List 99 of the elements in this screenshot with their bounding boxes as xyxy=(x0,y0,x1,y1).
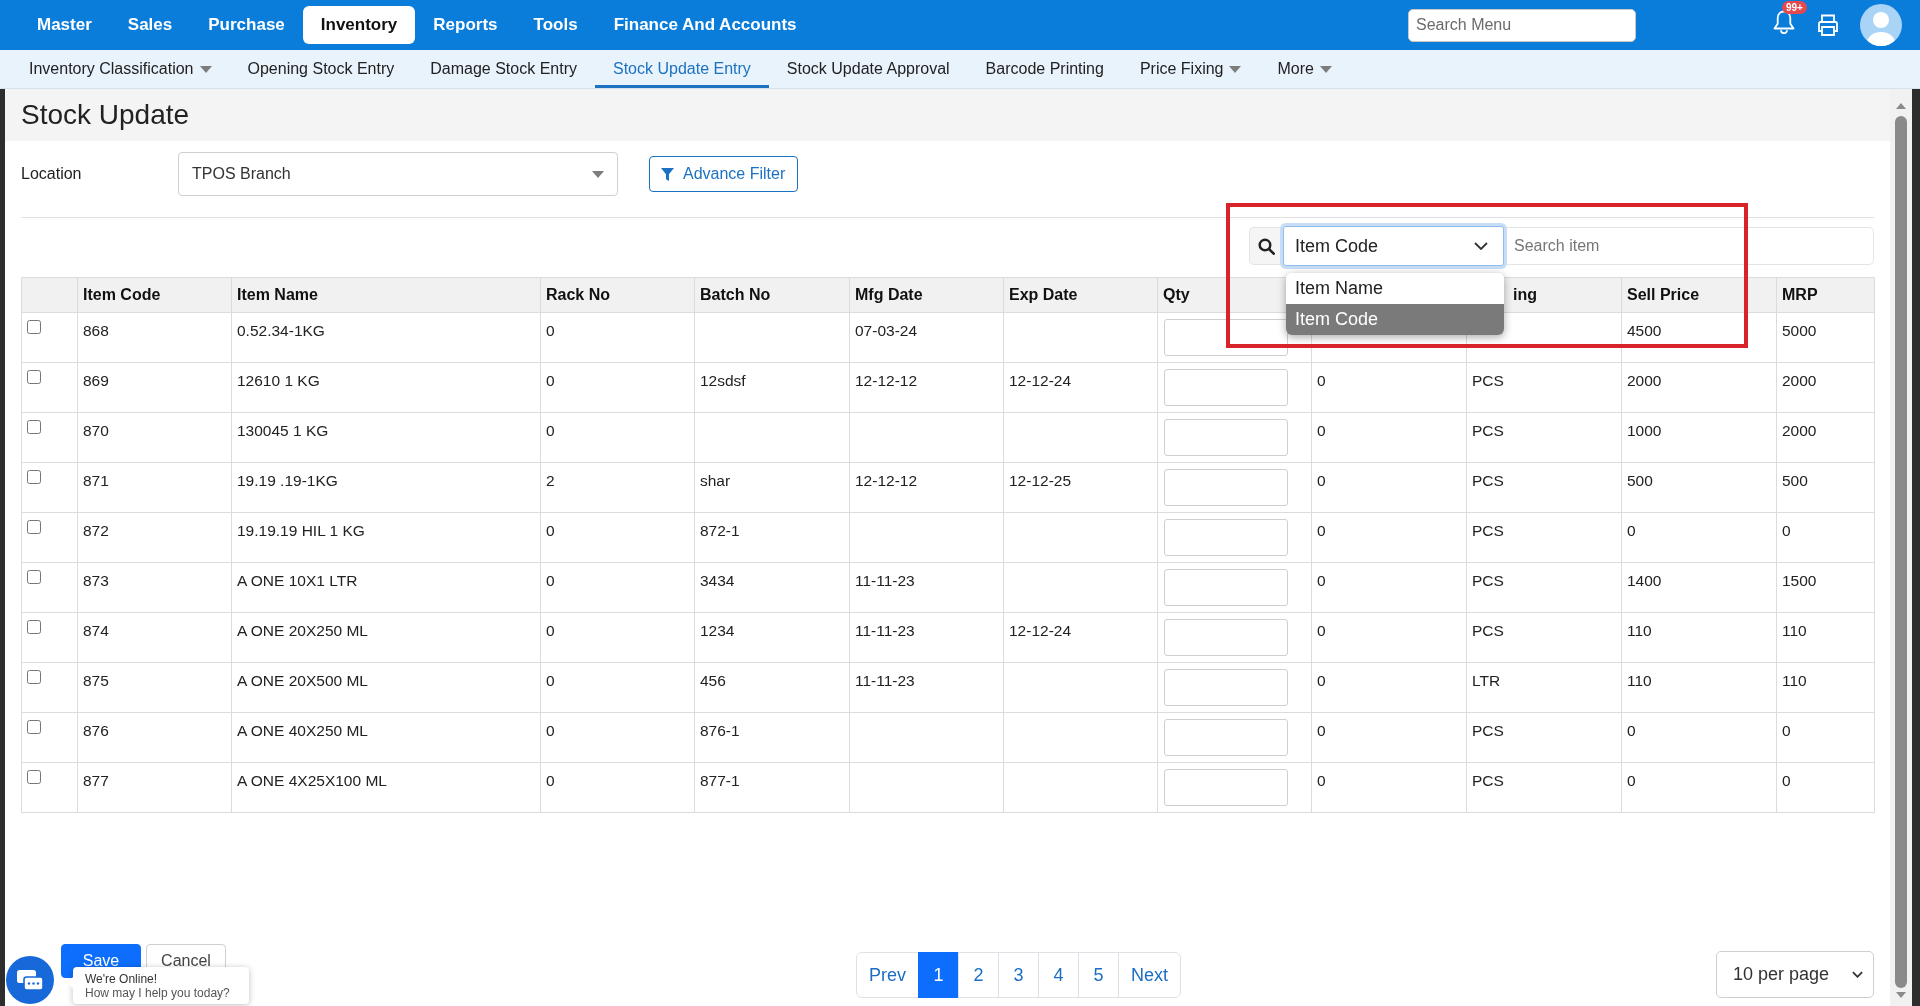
column-header: Rack No xyxy=(546,286,611,303)
table-cell: 500 xyxy=(1621,462,1777,513)
table-cell: 456 xyxy=(694,662,850,713)
table-cell: 4500 xyxy=(1621,312,1777,363)
table-cell: 12-12-12 xyxy=(849,362,1004,413)
table-cell: 12-12-24 xyxy=(1003,612,1158,663)
table-cell: 2000 xyxy=(1776,412,1875,463)
table-cell: PCS xyxy=(1466,462,1622,513)
table-cell: 0 xyxy=(540,712,695,763)
table-cell: 870 xyxy=(77,412,232,463)
table-cell: 0 xyxy=(1776,762,1875,813)
table-cell: shar xyxy=(694,462,850,513)
table-cell: 12sdsf xyxy=(694,362,850,413)
table-cell: 1400 xyxy=(1621,562,1777,613)
table-cell: 0 xyxy=(540,362,695,413)
table-cell: A ONE 4X25X100 ML xyxy=(231,762,541,813)
table-cell: 0 xyxy=(1311,462,1467,513)
table-cell: 130045 1 KG xyxy=(231,412,541,463)
table-cell: 0.52.34-1KG xyxy=(231,312,541,363)
table-cell: PCS xyxy=(1466,412,1622,463)
table-cell: 2000 xyxy=(1621,362,1777,413)
table-cell: 19.19.19 HIL 1 KG xyxy=(231,512,541,563)
table-cell: 0 xyxy=(540,312,695,363)
table-cell: 0 xyxy=(1311,762,1467,813)
column-header: Item Name xyxy=(237,286,318,303)
table-cell: 11-11-23 xyxy=(849,562,1004,613)
table-cell: 0 xyxy=(540,512,695,563)
table-cell: 0 xyxy=(1621,512,1777,563)
column-header: Batch No xyxy=(700,286,771,303)
table-cell: 0 xyxy=(1311,662,1467,713)
table-cell: 0 xyxy=(1311,712,1467,763)
column-header: Item Code xyxy=(83,286,161,303)
table-cell: 0 xyxy=(540,662,695,713)
column-header: Qty xyxy=(1163,286,1190,303)
table-cell: PCS xyxy=(1466,362,1622,413)
table-cell: 12-12-25 xyxy=(1003,462,1158,513)
table-cell: 1000 xyxy=(1621,412,1777,463)
column-header: ing xyxy=(1513,286,1537,303)
table-cell: 12610 1 KG xyxy=(231,362,541,413)
table-cell: PCS xyxy=(1466,612,1622,663)
table-cell: 0 xyxy=(1311,412,1467,463)
table-cell: 0 xyxy=(540,562,695,613)
table-cell: 0 xyxy=(1311,362,1467,413)
table-cell: 11-11-23 xyxy=(849,612,1004,663)
table-cell: 110 xyxy=(1776,662,1875,713)
table-cell: 110 xyxy=(1776,612,1875,663)
table-cell: A ONE 20X500 ML xyxy=(231,662,541,713)
table-cell: 07-03-24 xyxy=(849,312,1004,363)
column-header: Exp Date xyxy=(1009,286,1078,303)
page-title: Stock Update xyxy=(21,99,190,131)
table-cell: A ONE 20X250 ML xyxy=(231,612,541,663)
table-cell: 0 xyxy=(1311,562,1467,613)
table-cell: 876-1 xyxy=(694,712,850,763)
field-label: Location xyxy=(21,165,83,183)
table-cell: 2000 xyxy=(1776,362,1875,413)
column-header: Sell Price xyxy=(1627,286,1700,303)
table-cell: 0 xyxy=(1621,762,1777,813)
table-cell: 12-12-24 xyxy=(1003,362,1158,413)
table-cell: 877-1 xyxy=(694,762,850,813)
table-cell: 877 xyxy=(77,762,232,813)
table-cell: 0 xyxy=(1776,712,1875,763)
table-cell: 874 xyxy=(77,612,232,663)
table-cell: 0 xyxy=(540,762,695,813)
table-cell: 110 xyxy=(1621,662,1777,713)
table-cell: 876 xyxy=(77,712,232,763)
notification-count: 99+ xyxy=(1782,1,1807,14)
table-cell: PCS xyxy=(1466,512,1622,563)
table-cell: A ONE 40X250 ML xyxy=(231,712,541,763)
table-cell: PCS xyxy=(1466,562,1622,613)
table-cell: 872 xyxy=(77,512,232,563)
table-cell: 871 xyxy=(77,462,232,513)
table-cell: 873 xyxy=(77,562,232,613)
table-cell: 5000 xyxy=(1776,312,1875,363)
table-cell: 1500 xyxy=(1776,562,1875,613)
column-header: MRP xyxy=(1782,286,1818,303)
table-cell: 110 xyxy=(1621,612,1777,663)
table-cell: PCS xyxy=(1466,712,1622,763)
table-cell: 12-12-12 xyxy=(849,462,1004,513)
table-cell: 0 xyxy=(1311,512,1467,563)
table-cell: 19.19 .19-1KG xyxy=(231,462,541,513)
table-cell: LTR xyxy=(1466,662,1622,713)
table-cell: 0 xyxy=(1776,512,1875,563)
table-cell: 875 xyxy=(77,662,232,713)
table-cell: A ONE 10X1 LTR xyxy=(231,562,541,613)
table-cell: PCS xyxy=(1466,762,1622,813)
table-cell: 2 xyxy=(540,462,695,513)
table-cell: 869 xyxy=(77,362,232,413)
table-cell: 3434 xyxy=(694,562,850,613)
table-cell: 0 xyxy=(1621,712,1777,763)
table-cell: 0 xyxy=(1311,612,1467,663)
table-cell: 0 xyxy=(540,412,695,463)
table-cell: 500 xyxy=(1776,462,1875,513)
table-cell: 868 xyxy=(77,312,232,363)
table-cell: 0 xyxy=(540,612,695,663)
table-cell: 1234 xyxy=(694,612,850,663)
table-cell: 872-1 xyxy=(694,512,850,563)
chat-message: How may I help you today? xyxy=(85,986,230,1000)
column-header: Mfg Date xyxy=(855,286,923,303)
table-cell: 11-11-23 xyxy=(849,662,1004,713)
